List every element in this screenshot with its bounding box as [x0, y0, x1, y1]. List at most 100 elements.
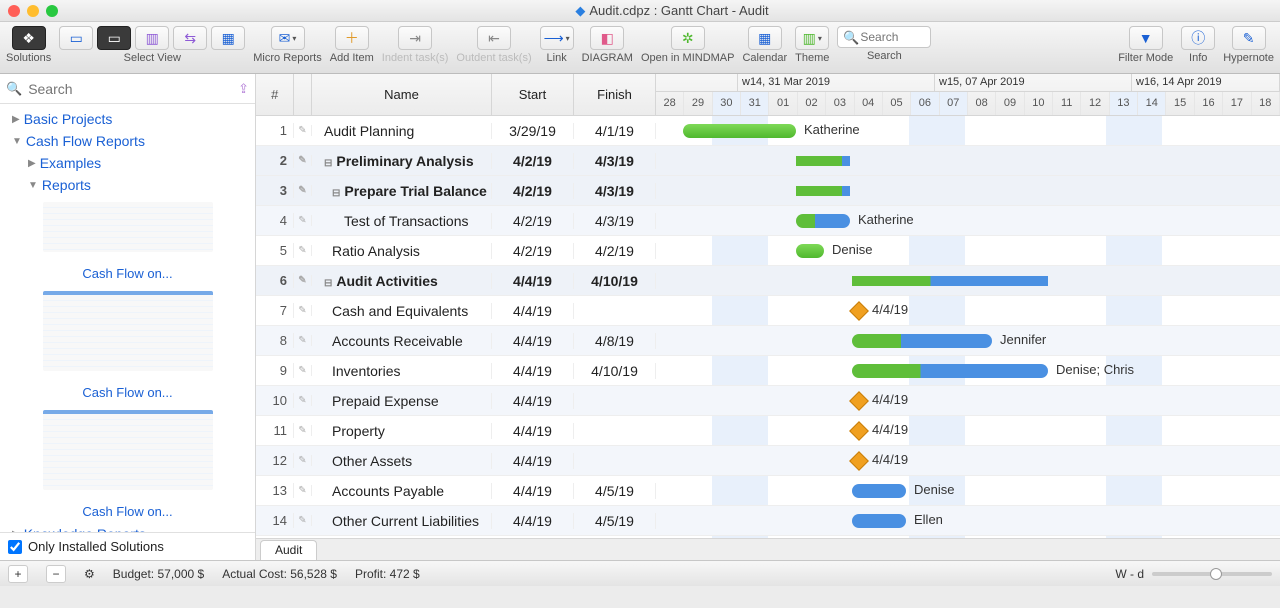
day-header: 09: [996, 92, 1024, 115]
milestone-icon[interactable]: [849, 451, 869, 471]
bar-label: Jennifer: [1000, 332, 1046, 347]
template-thumbnail[interactable]: [43, 410, 213, 490]
zoom-slider[interactable]: [1152, 572, 1272, 576]
col-name-header[interactable]: Name: [312, 74, 492, 115]
outdent-button[interactable]: ⇤: [477, 26, 511, 50]
actual-value: 56,528 $: [290, 567, 337, 581]
task-row[interactable]: 12✎Other Assets4/4/194/4/19: [256, 446, 1280, 476]
task-row[interactable]: 3✎⊟Prepare Trial Balance4/2/194/3/19: [256, 176, 1280, 206]
budget-value: 57,000 $: [157, 567, 204, 581]
task-row[interactable]: 11✎Property4/4/194/4/19: [256, 416, 1280, 446]
solutions-button[interactable]: ❖: [12, 26, 46, 50]
col-start-header[interactable]: Start: [492, 74, 574, 115]
milestone-icon[interactable]: [849, 301, 869, 321]
gear-icon[interactable]: ⚙: [84, 567, 95, 581]
task-row[interactable]: 4✎Test of Transactions4/2/194/3/19Kather…: [256, 206, 1280, 236]
filter-label: Filter Mode: [1118, 52, 1173, 64]
gantt-bar[interactable]: [852, 484, 906, 498]
gantt-bar[interactable]: [852, 514, 906, 528]
micro-reports-label: Micro Reports: [253, 52, 321, 64]
gantt-bar[interactable]: [852, 364, 1048, 378]
upload-icon[interactable]: ⇪: [238, 81, 249, 97]
view-btn-3[interactable]: ▥: [135, 26, 169, 50]
thumbnail-caption[interactable]: Cash Flow on...: [0, 371, 255, 404]
gantt-bar[interactable]: [852, 276, 1048, 286]
view-btn-2[interactable]: ▭: [97, 26, 131, 50]
remove-row-button[interactable]: −: [46, 565, 66, 583]
template-thumbnail[interactable]: [43, 291, 213, 371]
gantt-bar[interactable]: [796, 244, 824, 258]
gantt-bar[interactable]: [683, 124, 796, 138]
gantt-bar[interactable]: [852, 334, 992, 348]
task-row[interactable]: 9✎Inventories4/4/194/10/19Denise; Chris: [256, 356, 1280, 386]
day-header: 02: [798, 92, 826, 115]
tree-node[interactable]: ▼Cash Flow Reports: [0, 130, 255, 152]
task-row[interactable]: 10✎Prepaid Expense4/4/194/4/19: [256, 386, 1280, 416]
diagram-button[interactable]: ◧: [590, 26, 624, 50]
search-icon: 🔍: [6, 81, 22, 97]
add-row-button[interactable]: +: [8, 565, 28, 583]
view-btn-1[interactable]: ▭: [59, 26, 93, 50]
day-header: 06: [911, 92, 939, 115]
gantt-bar[interactable]: [796, 156, 850, 166]
info-button[interactable]: ⓘ: [1181, 26, 1215, 50]
day-header: 18: [1252, 92, 1280, 115]
day-header: 08: [968, 92, 996, 115]
week-header: w14, 31 Mar 2019: [738, 74, 935, 91]
bar-label: Denise; Chris: [1056, 362, 1134, 377]
calendar-button[interactable]: ▦: [748, 26, 782, 50]
template-thumbnail[interactable]: [43, 202, 213, 252]
tree-node[interactable]: ▶Examples: [0, 152, 255, 174]
indent-button[interactable]: ⇥: [398, 26, 432, 50]
hypernote-label: Hypernote: [1223, 52, 1274, 64]
day-header: 28: [656, 92, 684, 115]
toolbar: ❖Solutions ▭ ▭ ▥ ⇆ ▦ Select View ✉▾Micro…: [0, 22, 1280, 74]
sheet-tab[interactable]: Audit: [260, 540, 317, 560]
task-row[interactable]: 6✎⊟Audit Activities4/4/194/10/19: [256, 266, 1280, 296]
add-item-button[interactable]: ＋: [335, 26, 369, 50]
task-row[interactable]: 8✎Accounts Receivable4/4/194/8/19Jennife…: [256, 326, 1280, 356]
close-icon[interactable]: [8, 5, 20, 17]
milestone-icon[interactable]: [849, 421, 869, 441]
view-btn-5[interactable]: ▦: [211, 26, 245, 50]
task-row[interactable]: 15✎Income Tax Accrual4/4/194/5/19Katheri…: [256, 536, 1280, 538]
task-row[interactable]: 2✎⊟Preliminary Analysis4/2/194/3/19: [256, 146, 1280, 176]
tree-node[interactable]: ▶Basic Projects: [0, 108, 255, 130]
gantt-bar[interactable]: [796, 186, 850, 196]
calendar-label: Calendar: [742, 52, 787, 64]
theme-button[interactable]: ▥▾: [795, 26, 829, 50]
view-btn-4[interactable]: ⇆: [173, 26, 207, 50]
bar-label: Katherine: [858, 212, 914, 227]
tree-node[interactable]: ▼Reports: [0, 174, 255, 196]
col-finish-header[interactable]: Finish: [574, 74, 656, 115]
tree-node[interactable]: ▶Knowledge Reports: [0, 523, 255, 532]
day-header: 03: [826, 92, 854, 115]
minimize-icon[interactable]: [27, 5, 39, 17]
task-row[interactable]: 14✎Other Current Liabilities4/4/194/5/19…: [256, 506, 1280, 536]
filter-button[interactable]: ▼: [1129, 26, 1163, 50]
mindmap-button[interactable]: ✲: [671, 26, 705, 50]
day-header: 10: [1025, 92, 1053, 115]
bar-label: Denise: [914, 482, 954, 497]
bar-label: 4/4/19: [872, 392, 908, 407]
zoom-icon[interactable]: [46, 5, 58, 17]
milestone-icon[interactable]: [849, 391, 869, 411]
search-label: Search: [867, 50, 902, 62]
only-installed-checkbox[interactable]: [8, 540, 22, 554]
task-row[interactable]: 13✎Accounts Payable4/4/194/5/19Denise: [256, 476, 1280, 506]
thumbnail-caption[interactable]: Cash Flow on...: [0, 252, 255, 285]
task-row[interactable]: 5✎Ratio Analysis4/2/194/2/19Denise: [256, 236, 1280, 266]
add-item-label: Add Item: [330, 52, 374, 64]
day-header: 14: [1138, 92, 1166, 115]
task-row[interactable]: 7✎Cash and Equivalents4/4/194/4/19: [256, 296, 1280, 326]
hypernote-button[interactable]: ✎: [1232, 26, 1266, 50]
theme-label: Theme: [795, 52, 829, 64]
link-button[interactable]: ⟶▾: [540, 26, 574, 50]
gantt-bar[interactable]: [796, 214, 850, 228]
sidebar-search-input[interactable]: [28, 81, 232, 97]
col-num-header[interactable]: #: [256, 74, 294, 115]
thumbnail-caption[interactable]: Cash Flow on...: [0, 490, 255, 523]
gantt-body[interactable]: 1✎Audit Planning3/29/194/1/19Katherine2✎…: [256, 116, 1280, 538]
task-row[interactable]: 1✎Audit Planning3/29/194/1/19Katherine: [256, 116, 1280, 146]
micro-reports-button[interactable]: ✉▾: [271, 26, 305, 50]
